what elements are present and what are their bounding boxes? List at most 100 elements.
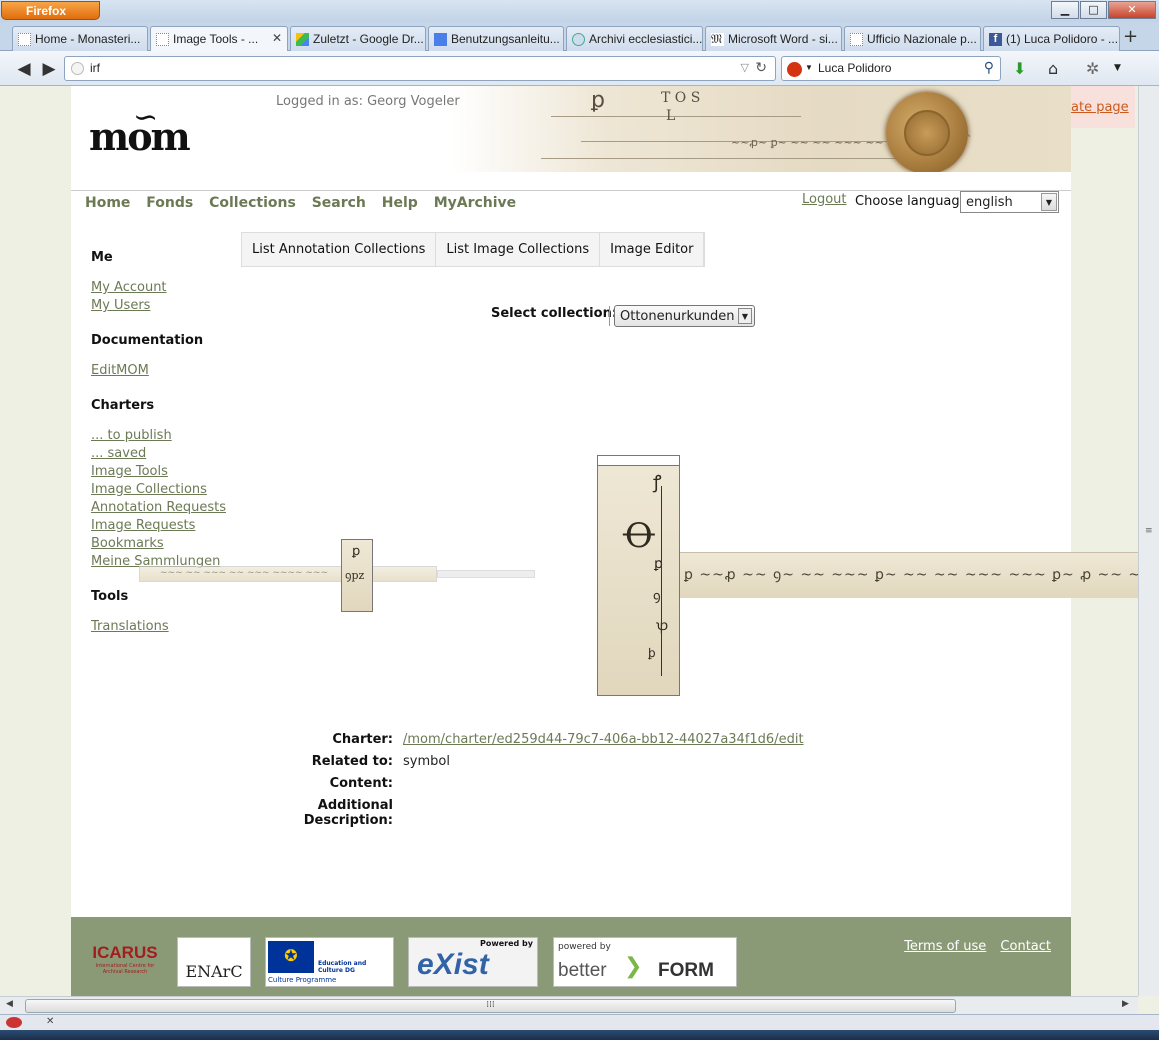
wax-seal-image — [886, 92, 968, 172]
sidebar-heading-charters: Charters — [91, 398, 155, 413]
language-select[interactable]: english ▼ — [960, 191, 1059, 213]
charter-label: Charter: — [332, 732, 393, 747]
sidebar-link-to-publish[interactable]: ... to publish — [91, 427, 226, 445]
sidebar-link-annotation-requests[interactable]: Annotation Requests — [91, 499, 226, 517]
tab-list-annotation-collections[interactable]: List Annotation Collections — [242, 233, 437, 266]
tab-label: Zuletzt - Google Dr... — [313, 32, 424, 46]
tab-benutzungsanleitung[interactable]: Benutzungsanleitu... — [428, 26, 564, 51]
maximize-button[interactable]: □ — [1080, 1, 1107, 19]
search-text: Luca Polidoro — [818, 61, 892, 75]
tab-microsoft-word[interactable]: 𝔐 Microsoft Word - si... — [705, 26, 842, 51]
scroll-right-icon[interactable]: ▶ — [1122, 999, 1129, 1009]
tab-label: Home - Monasteri... — [35, 32, 141, 46]
tab-facebook[interactable]: f (1) Luca Polidoro - ... — [983, 26, 1120, 51]
symbol-thumbnail[interactable]: ꝑ ꝯpz — [341, 539, 373, 612]
minimize-button[interactable]: ▁ — [1051, 1, 1079, 19]
menu-fonds[interactable]: Fonds — [146, 195, 193, 211]
language-label: Choose language — [855, 194, 968, 209]
icarus-logo[interactable]: ICARUS International Centre for Archival… — [91, 937, 159, 987]
monogram-image[interactable]: ꝭ Ꝋ ꝑ ꝯ ꝕ ꝧ — [597, 455, 680, 696]
sidebar-link-saved[interactable]: ... saved — [91, 445, 226, 463]
tab-home[interactable]: Home - Monasteri... — [12, 26, 148, 51]
back-arrow-icon[interactable]: ◀ — [13, 58, 35, 80]
tab-list-image-collections[interactable]: List Image Collections — [436, 233, 601, 266]
charter-strip-thumbnail[interactable]: ~~~ ~~ ~~~ ~~ ~~~ ~~~~ ~~~ — [139, 566, 437, 582]
chevron-down-icon[interactable]: ▼ — [738, 308, 752, 324]
sidebar-link-my-account[interactable]: My Account — [91, 279, 226, 297]
tab-label: (1) Luca Polidoro - ... — [1006, 32, 1119, 46]
logout-link[interactable]: Logout — [802, 192, 847, 207]
search-engine-dropdown-icon[interactable]: ▼ — [805, 63, 813, 72]
related-label: Related to: — [311, 754, 393, 769]
collection-select[interactable]: Ottonenurkunden ▼ — [614, 305, 755, 327]
sidebar-link-bookmarks[interactable]: Bookmarks — [91, 535, 226, 553]
footer-links: Terms of use Contact — [894, 939, 1051, 954]
sidebar-link-editmom[interactable]: EditMOM — [91, 362, 226, 380]
close-window-button[interactable]: ✕ — [1108, 1, 1156, 19]
scroll-grip-icon: ≡ — [1145, 526, 1153, 536]
exist-logo[interactable]: Powered by eXist — [408, 937, 538, 987]
additional-label: Additional Description: — [303, 798, 393, 828]
search-bar[interactable]: ▼ Luca Polidoro ⚲ — [781, 56, 1001, 81]
feather-icon: 𝔐 — [711, 32, 724, 46]
contact-link[interactable]: Contact — [1000, 939, 1051, 954]
betterform-logo[interactable]: powered by better ❯ FORM — [553, 937, 737, 987]
enarc-logo[interactable]: ENArC — [177, 937, 251, 987]
menu-myarchive[interactable]: MyArchive — [434, 195, 516, 211]
tab-label: Microsoft Word - si... — [728, 32, 838, 46]
tab-image-tools[interactable]: Image Tools - ... ✕ — [150, 26, 288, 52]
sidebar-heading-tools: Tools — [91, 589, 129, 604]
new-tab-button[interactable]: + — [1123, 26, 1138, 47]
terms-of-use-link[interactable]: Terms of use — [904, 939, 986, 954]
menu-help[interactable]: Help — [382, 195, 418, 211]
eu-culture-logo[interactable]: ✪ Education and Culture DG Culture Progr… — [265, 937, 394, 987]
reload-icon[interactable]: ↻ — [755, 59, 767, 76]
eu-flag-icon: ✪ — [268, 941, 314, 973]
sidebar-link-image-collections[interactable]: Image Collections — [91, 481, 226, 499]
site-footer: ICARUS International Centre for Archival… — [71, 917, 1071, 996]
scroll-left-icon[interactable]: ◀ — [6, 999, 13, 1009]
tab-image-editor[interactable]: Image Editor — [600, 233, 705, 266]
menu-home[interactable]: Home — [85, 195, 130, 211]
create-page-link[interactable]: ate page — [1071, 86, 1135, 128]
collection-value: Ottonenurkunden — [620, 309, 735, 324]
search-icon[interactable]: ⚲ — [984, 59, 994, 76]
horizontal-scrollbar[interactable]: ◀ ⁞⁞⁞ ▶ — [0, 996, 1138, 1014]
tab-archivi[interactable]: Archivi ecclesiastici... — [566, 26, 703, 51]
history-dropdown-icon[interactable]: ▽ — [741, 61, 749, 74]
menu-dropdown-icon[interactable]: ▼ — [1114, 63, 1121, 73]
menu-collections[interactable]: Collections — [209, 195, 296, 211]
user-link[interactable]: Georg Vogeler — [367, 94, 460, 109]
sidebar-link-my-users[interactable]: My Users — [91, 297, 226, 315]
close-addon-bar-icon[interactable]: ✕ — [46, 1016, 54, 1027]
address-bar[interactable]: irf ▽ ↻ — [64, 56, 776, 81]
window-titlebar: Firefox ▁ □ ✕ — [0, 0, 1159, 22]
page-icon — [850, 33, 863, 46]
vertical-scrollbar[interactable]: ≡ — [1138, 86, 1159, 996]
tab-label: Archivi ecclesiastici... — [589, 32, 703, 46]
close-tab-icon[interactable]: ✕ — [272, 31, 282, 45]
navigation-toolbar: ◀ ▶ irf ▽ ↻ ▼ Luca Polidoro ⚲ ⬇ ⌂ ✲ ▼ — [0, 51, 1159, 86]
google-drive-icon — [296, 33, 309, 46]
docs-icon — [434, 33, 447, 46]
sidebar-link-image-tools[interactable]: Image Tools — [91, 463, 226, 481]
site-logo[interactable]: mom — [89, 114, 191, 159]
chevron-down-icon[interactable]: ▼ — [1041, 193, 1057, 211]
horizontal-scroll-thumb[interactable]: ⁞⁞⁞ — [25, 999, 956, 1013]
firefox-menu-button[interactable]: Firefox — [1, 1, 100, 20]
tab-google-drive[interactable]: Zuletzt - Google Dr... — [290, 26, 426, 51]
image-tools-tabs: List Annotation Collections List Image C… — [241, 232, 706, 267]
sidebar-link-translations[interactable]: Translations — [91, 618, 226, 636]
search-engine-icon[interactable] — [787, 62, 802, 77]
menu-search[interactable]: Search — [312, 195, 366, 211]
home-icon[interactable]: ⌂ — [1048, 59, 1058, 78]
tab-ufficio[interactable]: Ufficio Nazionale p... — [844, 26, 981, 51]
addon-status-icon[interactable] — [6, 1017, 22, 1028]
addon-icon[interactable]: ✲ — [1086, 59, 1099, 78]
charter-line-image[interactable]: ꝑ ~~ꝓ ~~ ꝯ~ ~~ ~~~ ꝑ~ ~~ ~~ ~~~ ~~~ ꝑ~ ꝓ… — [680, 552, 1138, 598]
sidebar-link-image-requests[interactable]: Image Requests — [91, 517, 226, 535]
page-viewport: ate page ꝑ T O S L ~~ꝓ~ ꝑ~ ~~ ~~ ~~~ ~~ … — [0, 86, 1138, 996]
forward-arrow-icon[interactable]: ▶ — [38, 58, 60, 80]
charter-link[interactable]: /mom/charter/ed259d44-79c7-406a-bb12-440… — [403, 732, 804, 747]
downloads-icon[interactable]: ⬇ — [1013, 59, 1026, 78]
